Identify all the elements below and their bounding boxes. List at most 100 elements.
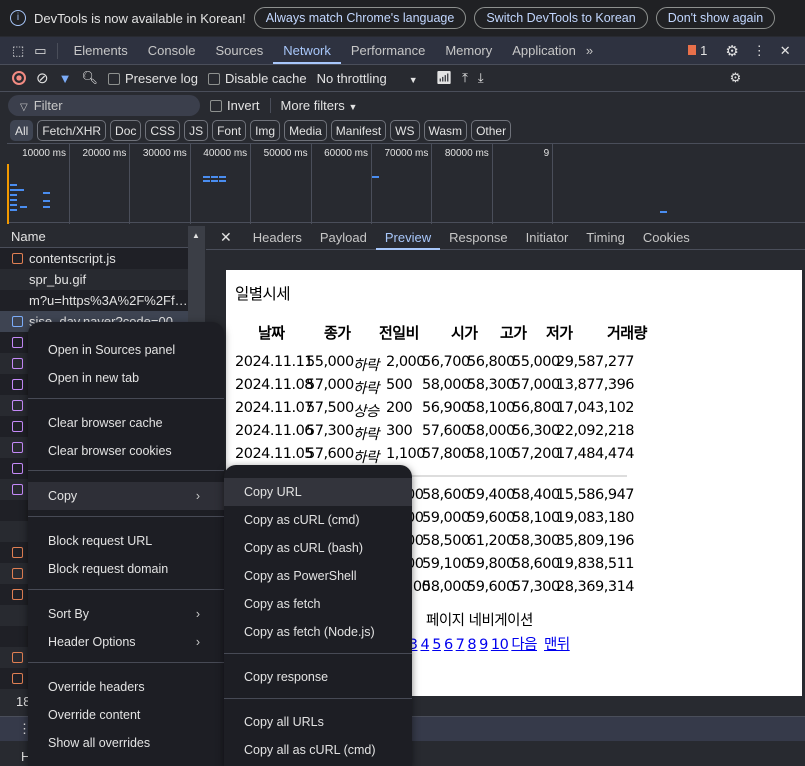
- tab-performance[interactable]: Performance: [341, 37, 435, 64]
- chip-media[interactable]: Media: [284, 120, 327, 141]
- tab-headers[interactable]: Headers: [244, 226, 311, 250]
- menu-item-sort-by[interactable]: Sort By ›: [28, 600, 224, 628]
- network-conditions-icon[interactable]: 📶︎: [436, 70, 453, 86]
- tab-console[interactable]: Console: [138, 37, 206, 64]
- menu-item-label: Override content: [48, 708, 141, 722]
- tab-memory[interactable]: Memory: [435, 37, 502, 64]
- chip-other[interactable]: Other: [471, 120, 512, 141]
- menu-item-open-in-new-tab[interactable]: Open in new tab: [28, 364, 224, 392]
- issues-badge[interactable]: 1: [688, 43, 707, 58]
- chip-all[interactable]: All: [10, 120, 34, 141]
- close-devtools-icon[interactable]: ✕: [780, 43, 791, 59]
- change-direction: 하락: [353, 450, 379, 466]
- tab-initiator[interactable]: Initiator: [517, 226, 578, 250]
- chip-fetch-xhr[interactable]: Fetch/XHR: [37, 120, 107, 141]
- chip-img[interactable]: Img: [250, 120, 281, 141]
- more-options-icon[interactable]: ⋮: [753, 43, 766, 59]
- request-row[interactable]: spr_bu.gif: [0, 269, 188, 290]
- menu-item-header-options[interactable]: Header Options ›: [28, 628, 224, 656]
- submenu-item-copy-response[interactable]: Copy response: [224, 663, 412, 691]
- menu-item-clear-browser-cache[interactable]: Clear browser cache: [28, 409, 224, 437]
- page-link[interactable]: 8: [467, 637, 476, 653]
- submenu-item-copy-as-curl-cmd-[interactable]: Copy as cURL (cmd): [224, 506, 412, 534]
- request-name: spr_bu.gif: [29, 272, 87, 287]
- chip-ws[interactable]: WS: [390, 120, 420, 141]
- menu-item-override-content[interactable]: Override content: [28, 701, 224, 729]
- always-match-language-button[interactable]: Always match Chrome's language: [253, 7, 467, 29]
- low-cell: 57,000: [512, 377, 560, 393]
- chip-doc[interactable]: Doc: [110, 120, 142, 141]
- chip-manifest[interactable]: Manifest: [330, 120, 387, 141]
- page-link[interactable]: 맨뒤: [544, 637, 570, 653]
- preserve-log-checkbox[interactable]: Preserve log: [107, 71, 198, 86]
- menu-item-clear-browser-cookies[interactable]: Clear browser cookies: [28, 437, 224, 465]
- panel-tabs: ⬚ ▭ Elements Console Sources Network Per…: [0, 37, 805, 65]
- submenu-item-copy-all-as-curl-cmd-[interactable]: Copy all as cURL (cmd): [224, 736, 412, 764]
- submenu-item-copy-url[interactable]: Copy URL: [224, 478, 412, 506]
- tab-payload[interactable]: Payload: [311, 226, 376, 250]
- menu-item-override-headers[interactable]: Override headers: [28, 673, 224, 701]
- export-har-icon[interactable]: ⤓: [478, 70, 484, 86]
- page-link[interactable]: 10: [491, 637, 509, 653]
- chip-wasm[interactable]: Wasm: [423, 120, 468, 141]
- inspect-element-icon[interactable]: ⬚: [0, 43, 30, 59]
- chip-js[interactable]: JS: [184, 120, 209, 141]
- open-cell: 57,600: [422, 423, 470, 439]
- table-cell: 35,809,196: [556, 533, 635, 549]
- invert-checkbox[interactable]: Invert: [210, 98, 260, 113]
- filter-input[interactable]: ▽ Filter: [8, 94, 200, 116]
- table-cell: 19,838,511: [556, 556, 635, 572]
- page-link[interactable]: 4: [420, 637, 429, 653]
- tab-response[interactable]: Response: [440, 226, 517, 250]
- search-icon[interactable]: 🔍︎: [81, 70, 98, 86]
- more-filters-dropdown[interactable]: More filters ▼: [269, 97, 357, 113]
- submenu-item-copy-as-fetch-node-js-[interactable]: Copy as fetch (Node.js): [224, 618, 412, 646]
- submenu-item-copy-all-urls[interactable]: Copy all URLs: [224, 708, 412, 736]
- tab-timing[interactable]: Timing: [577, 226, 634, 250]
- request-row[interactable]: contentscript.js: [0, 248, 188, 269]
- network-overview-timeline[interactable]: 10000 ms 20000 ms 30000 ms 40000 ms 50000 ms…: [7, 143, 805, 224]
- tab-cookies[interactable]: Cookies: [634, 226, 699, 250]
- request-row[interactable]: m?u=https%3A%2F%2Ffina...: [0, 290, 188, 311]
- chip-font[interactable]: Font: [212, 120, 247, 141]
- more-tabs-icon[interactable]: »: [586, 43, 593, 58]
- image-icon: [12, 463, 23, 474]
- page-link[interactable]: 7: [456, 637, 465, 653]
- submenu-item-copy-as-curl-bash-[interactable]: Copy as cURL (bash): [224, 534, 412, 562]
- settings-icon[interactable]: ⚙: [725, 42, 738, 60]
- menu-item-copy[interactable]: Copy ›: [28, 482, 224, 510]
- waterfall-bar: [20, 206, 27, 208]
- tab-elements[interactable]: Elements: [64, 37, 138, 64]
- tab-sources[interactable]: Sources: [206, 37, 274, 64]
- dont-show-again-button[interactable]: Don't show again: [655, 7, 776, 29]
- menu-item-block-request-url[interactable]: Block request URL: [28, 527, 224, 555]
- tab-preview[interactable]: Preview: [375, 226, 441, 250]
- chevron-right-icon: ›: [195, 489, 200, 503]
- disable-cache-checkbox[interactable]: Disable cache: [207, 71, 307, 86]
- clear-icon[interactable]: ⊘: [36, 69, 49, 87]
- filter-icon[interactable]: ▼: [59, 71, 72, 86]
- menu-item-block-request-domain[interactable]: Block request domain: [28, 555, 224, 583]
- submenu-item-copy-as-powershell[interactable]: Copy as PowerShell: [224, 562, 412, 590]
- menu-item-show-all-overrides[interactable]: Show all overrides: [28, 729, 224, 757]
- page-link[interactable]: 다음: [511, 637, 537, 653]
- menu-item-open-in-sources-panel[interactable]: Open in Sources panel: [28, 336, 224, 364]
- switch-to-korean-button[interactable]: Switch DevTools to Korean: [474, 7, 648, 29]
- tab-network[interactable]: Network: [273, 37, 341, 64]
- more-filters-label: More filters: [280, 97, 345, 113]
- page-link[interactable]: 5: [432, 637, 441, 653]
- record-icon[interactable]: [12, 71, 26, 85]
- page-link[interactable]: 6: [444, 637, 453, 653]
- throttling-select[interactable]: No throttling ▼: [317, 71, 418, 86]
- close-details-icon[interactable]: ✕: [206, 229, 244, 246]
- name-column-header[interactable]: Name: [0, 226, 188, 248]
- table-cell: 59,000: [422, 510, 470, 526]
- network-settings-icon[interactable]: ⚙: [730, 70, 742, 86]
- chip-css[interactable]: CSS: [145, 120, 181, 141]
- submenu-item-copy-as-fetch[interactable]: Copy as fetch: [224, 590, 412, 618]
- image-icon: [12, 400, 23, 411]
- tab-application[interactable]: Application: [502, 37, 586, 64]
- device-toolbar-icon[interactable]: ▭: [30, 42, 58, 59]
- import-har-icon[interactable]: ⤒: [462, 70, 468, 86]
- page-link[interactable]: 9: [479, 637, 488, 653]
